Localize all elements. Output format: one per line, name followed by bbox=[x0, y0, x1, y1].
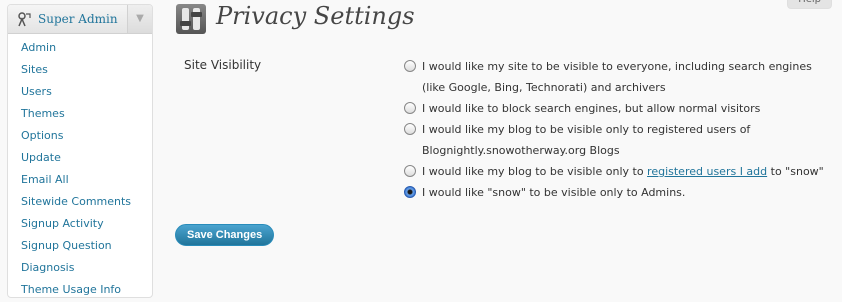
save-changes-button[interactable]: Save Changes bbox=[175, 224, 275, 246]
visibility-option-registered-users[interactable]: I would like my blog to be visible only … bbox=[404, 119, 834, 161]
sidebar: Super Admin ▼ Admin Sites Users Themes O… bbox=[7, 4, 153, 298]
sidebar-item-admin[interactable]: Admin bbox=[8, 37, 152, 59]
visibility-option-admins-only-label: I would like "snow" to be visible only t… bbox=[422, 186, 686, 199]
visibility-option-users-i-add-pre: I would like my blog to be visible only … bbox=[422, 165, 648, 178]
page-title: Privacy Settings bbox=[216, 2, 415, 30]
sidebar-item-options[interactable]: Options bbox=[8, 125, 152, 147]
sidebar-item-signup-activity[interactable]: Signup Activity bbox=[8, 213, 152, 235]
site-visibility-options: I would like my site to be visible to ev… bbox=[404, 56, 834, 203]
visibility-option-admins-only[interactable]: I would like "snow" to be visible only t… bbox=[404, 182, 834, 203]
sidebar-item-update[interactable]: Update bbox=[8, 147, 152, 169]
visibility-radio-public[interactable] bbox=[404, 60, 416, 72]
chevron-down-icon[interactable]: ▼ bbox=[127, 5, 152, 33]
visibility-option-users-i-add-post: to "snow" bbox=[767, 165, 824, 178]
registered-users-link[interactable]: registered users I add bbox=[647, 165, 767, 178]
sidebar-item-users[interactable]: Users bbox=[8, 81, 152, 103]
visibility-option-registered-users-label: I would like my blog to be visible only … bbox=[422, 123, 751, 157]
sidebar-item-theme-usage-info[interactable]: Theme Usage Info bbox=[8, 279, 152, 297]
visibility-radio-users-i-add[interactable] bbox=[404, 165, 416, 177]
site-visibility-label: Site Visibility bbox=[184, 58, 262, 72]
visibility-radio-admins-only[interactable] bbox=[404, 186, 416, 198]
sidebar-menu: Admin Sites Users Themes Options Update … bbox=[8, 34, 152, 297]
sidebar-item-themes[interactable]: Themes bbox=[8, 103, 152, 125]
sidebar-item-sites[interactable]: Sites bbox=[8, 59, 152, 81]
sidebar-header[interactable]: Super Admin ▼ bbox=[8, 5, 152, 34]
sidebar-item-email-all[interactable]: Email All bbox=[8, 169, 152, 191]
visibility-option-block-search[interactable]: I would like to block search engines, bu… bbox=[404, 98, 834, 119]
visibility-option-block-search-label: I would like to block search engines, bu… bbox=[422, 102, 761, 115]
sidebar-item-diagnosis[interactable]: Diagnosis bbox=[8, 257, 152, 279]
visibility-option-users-i-add[interactable]: I would like my blog to be visible only … bbox=[404, 161, 834, 182]
visibility-option-public-label: I would like my site to be visible to ev… bbox=[422, 60, 812, 94]
visibility-radio-registered-users[interactable] bbox=[404, 123, 416, 135]
sidebar-item-sitewide-comments[interactable]: Sitewide Comments bbox=[8, 191, 152, 213]
sidebar-item-signup-question[interactable]: Signup Question bbox=[8, 235, 152, 257]
super-admin-icon bbox=[18, 12, 31, 27]
privacy-settings-icon bbox=[176, 4, 206, 34]
visibility-option-public[interactable]: I would like my site to be visible to ev… bbox=[404, 56, 834, 98]
help-tab[interactable]: Help bbox=[787, 0, 832, 9]
sidebar-title: Super Admin bbox=[38, 12, 118, 26]
visibility-radio-block-search[interactable] bbox=[404, 102, 416, 114]
